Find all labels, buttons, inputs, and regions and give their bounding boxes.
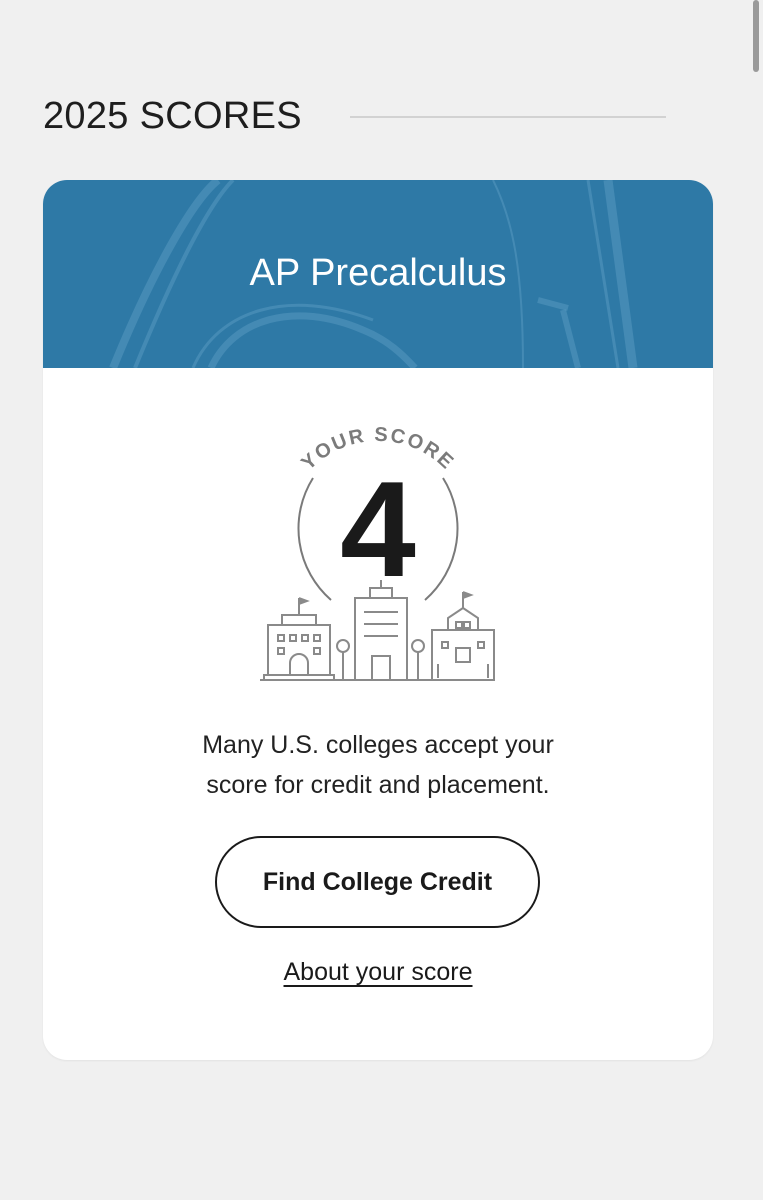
- course-title: AP Precalculus: [249, 252, 507, 294]
- section-header: 2025 SCORES: [43, 92, 666, 140]
- about-your-score-link[interactable]: About your score: [284, 958, 473, 986]
- course-banner: AP Precalculus: [43, 180, 713, 368]
- find-college-credit-button[interactable]: Find College Credit: [215, 836, 540, 928]
- section-divider: [349, 116, 666, 118]
- credit-info-line-1: Many U.S. colleges accept your: [202, 731, 554, 759]
- about-score-container: About your score: [43, 958, 713, 987]
- credit-info: Many U.S. colleges accept your score for…: [43, 725, 713, 805]
- scores-page: 2025 SCORES AP Precalculus YOUR SCORE 4 …: [0, 0, 763, 1200]
- score-card: AP Precalculus YOUR SCORE 4 Many U.S. co…: [43, 180, 713, 1060]
- scrollbar[interactable]: [753, 0, 759, 72]
- section-title: 2025 SCORES: [43, 94, 302, 137]
- score-value: 4: [340, 453, 416, 605]
- credit-info-line-2: score for credit and placement.: [206, 771, 550, 799]
